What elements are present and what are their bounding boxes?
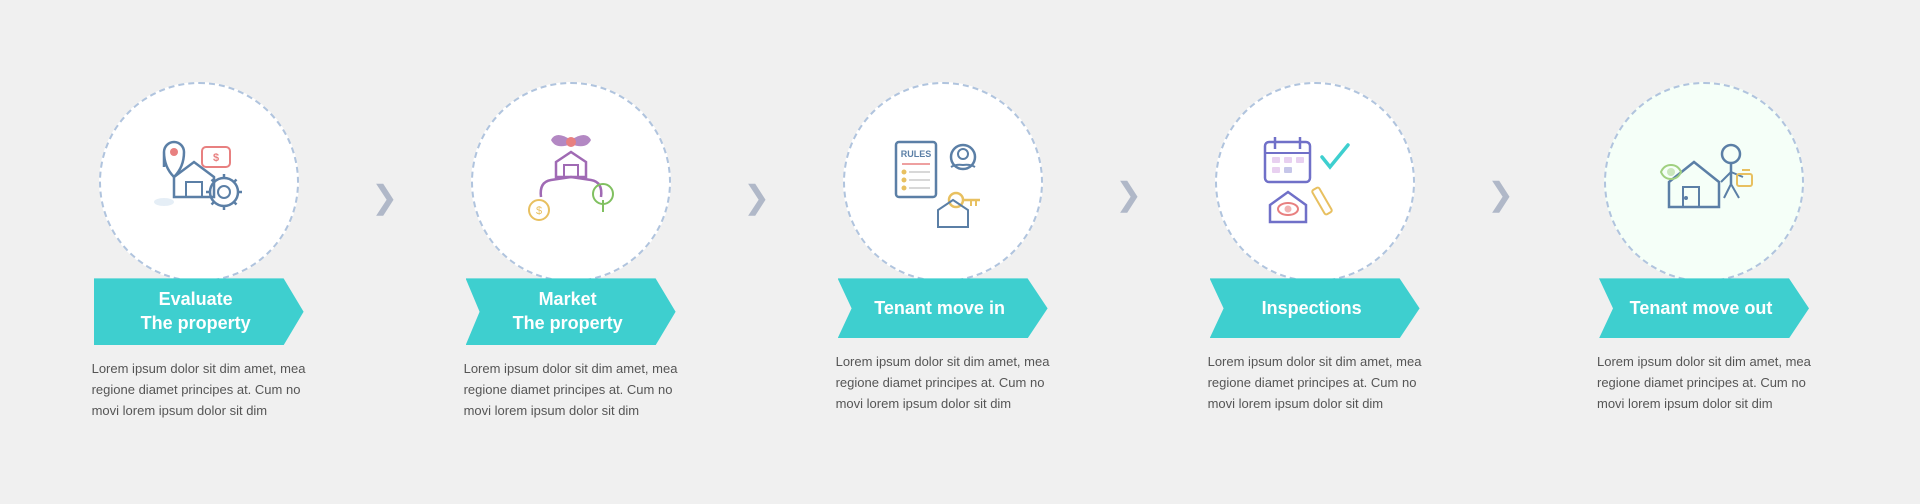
svg-text:RULES: RULES <box>900 149 931 159</box>
step-market-description: Lorem ipsum dolor sit dim amet, mea regi… <box>456 359 686 421</box>
svg-text:$: $ <box>536 205 542 217</box>
step-inspections-label: Inspections <box>1210 278 1420 338</box>
step-moveout-circle <box>1604 82 1804 282</box>
step-moveout-description: Lorem ipsum dolor sit dim amet, mea regi… <box>1589 352 1819 414</box>
step-market-circle: $ <box>471 82 671 282</box>
arrow-3: ❯ <box>1111 175 1146 213</box>
step-evaluate-circle: $ <box>99 82 299 282</box>
step-wrapper-2: $ Market The property Lorem ipsum dolor … <box>402 82 774 421</box>
step-evaluate-label: Evaluate The property <box>94 278 304 345</box>
infographic: $ Ev <box>20 62 1900 441</box>
arrow-2: ❯ <box>739 178 774 216</box>
step-inspections-circle <box>1215 82 1415 282</box>
step-movein: RULES <box>774 82 1111 414</box>
arrow-1: ❯ <box>367 178 402 216</box>
step-moveout-label: Tenant move out <box>1599 278 1809 338</box>
step-movein-label: Tenant move in <box>838 278 1048 338</box>
step-evaluate: $ Ev <box>30 82 367 421</box>
step-evaluate-description: Lorem ipsum dolor sit dim amet, mea regi… <box>84 359 314 421</box>
step-wrapper-4: Inspections Lorem ipsum dolor sit dim am… <box>1146 82 1518 414</box>
step-wrapper-5: Tenant move out Lorem ipsum dolor sit di… <box>1518 82 1890 414</box>
step-wrapper-1: $ Ev <box>30 82 402 421</box>
step-inspections: Inspections Lorem ipsum dolor sit dim am… <box>1146 82 1483 414</box>
step-inspections-description: Lorem ipsum dolor sit dim amet, mea regi… <box>1200 352 1430 414</box>
arrow-4: ❯ <box>1483 175 1518 213</box>
svg-text:$: $ <box>213 152 219 164</box>
step-movein-circle: RULES <box>843 82 1043 282</box>
step-wrapper-3: RULES <box>774 82 1146 414</box>
step-moveout: Tenant move out Lorem ipsum dolor sit di… <box>1518 82 1890 414</box>
step-movein-description: Lorem ipsum dolor sit dim amet, mea regi… <box>828 352 1058 414</box>
step-market-label: Market The property <box>466 278 676 345</box>
step-market: $ Market The property Lorem ipsum dolor … <box>402 82 739 421</box>
